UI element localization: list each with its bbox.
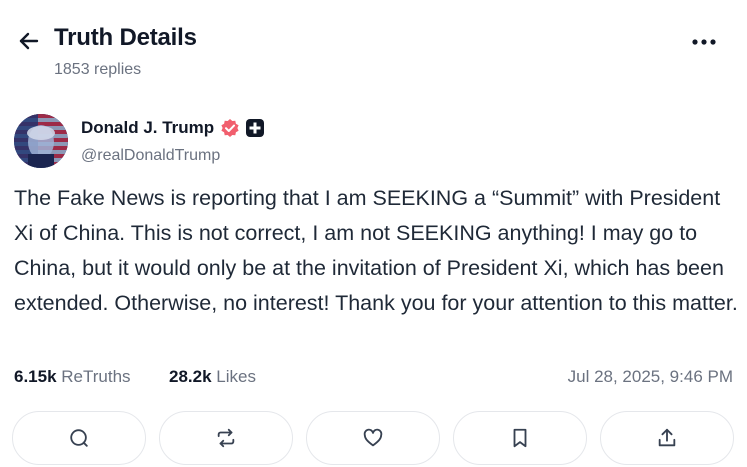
author-handle[interactable]: @realDonaldTrump	[81, 147, 220, 165]
post-stats: 6.15k ReTruths 28.2k Likes Jul 28, 2025,…	[14, 367, 733, 391]
back-button[interactable]	[14, 26, 44, 56]
more-options-button[interactable]	[687, 32, 721, 52]
verified-badge-icon	[221, 119, 239, 137]
likes-label: Likes	[216, 367, 256, 386]
retruth-button[interactable]	[159, 411, 293, 465]
replies-count: 1853 replies	[54, 61, 142, 78]
post-timestamp: Jul 28, 2025, 9:46 PM	[567, 367, 733, 386]
retruth-icon	[217, 428, 235, 448]
likes-count: 28.2k	[169, 367, 212, 386]
likes-stat[interactable]: 28.2k Likes	[169, 367, 256, 387]
reply-button[interactable]	[12, 411, 146, 465]
page-header: Truth Details 1853 replies	[0, 0, 747, 92]
bookmark-icon	[513, 428, 527, 448]
bookmark-button[interactable]	[453, 411, 587, 465]
retruths-count: 6.15k	[14, 367, 57, 386]
author-name[interactable]: Donald J. Trump	[81, 118, 214, 138]
post-body: The Fake News is reporting that I am SEE…	[14, 186, 738, 315]
comment-icon	[70, 429, 88, 447]
heart-icon	[363, 428, 383, 447]
avatar[interactable]	[14, 114, 68, 168]
post-author: Donald J. Trump @realDonaldTrump	[14, 114, 734, 170]
retruths-stat[interactable]: 6.15k ReTruths	[14, 367, 131, 387]
page-title: Truth Details	[54, 24, 197, 51]
share-icon	[658, 428, 676, 447]
more-horizontal-icon	[692, 39, 716, 45]
like-button[interactable]	[306, 411, 440, 465]
action-bar	[12, 411, 734, 465]
arrow-left-icon	[19, 32, 39, 50]
truth-plus-icon	[246, 119, 265, 137]
retruths-label: ReTruths	[61, 367, 131, 386]
share-button[interactable]	[600, 411, 734, 465]
